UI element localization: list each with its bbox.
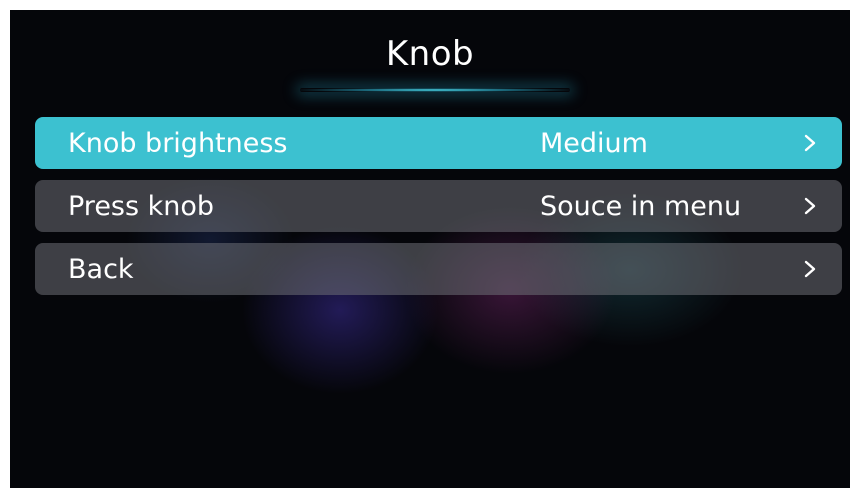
title-underline-glow	[300, 88, 570, 92]
page-title: Knob	[385, 34, 475, 74]
chevron-right-icon	[800, 254, 820, 284]
menu-item-label: Knob brightness	[68, 128, 288, 159]
menu-item-knob-brightness[interactable]: Knob brightness Medium	[35, 117, 842, 169]
menu-item-back[interactable]: Back	[35, 243, 842, 295]
chevron-right-icon	[800, 191, 820, 221]
menu-item-press-knob[interactable]: Press knob Souce in menu	[35, 180, 842, 232]
menu-item-label: Press knob	[68, 191, 215, 222]
settings-menu: Knob brightness Medium Press knob Souce …	[35, 117, 842, 306]
menu-item-value: Medium	[540, 128, 648, 159]
menu-item-label: Back	[68, 254, 134, 285]
chevron-right-icon	[800, 128, 820, 158]
knob-settings-screen: Knob Knob brightness Medium Press knob S…	[10, 10, 850, 488]
menu-item-value: Souce in menu	[540, 191, 742, 222]
